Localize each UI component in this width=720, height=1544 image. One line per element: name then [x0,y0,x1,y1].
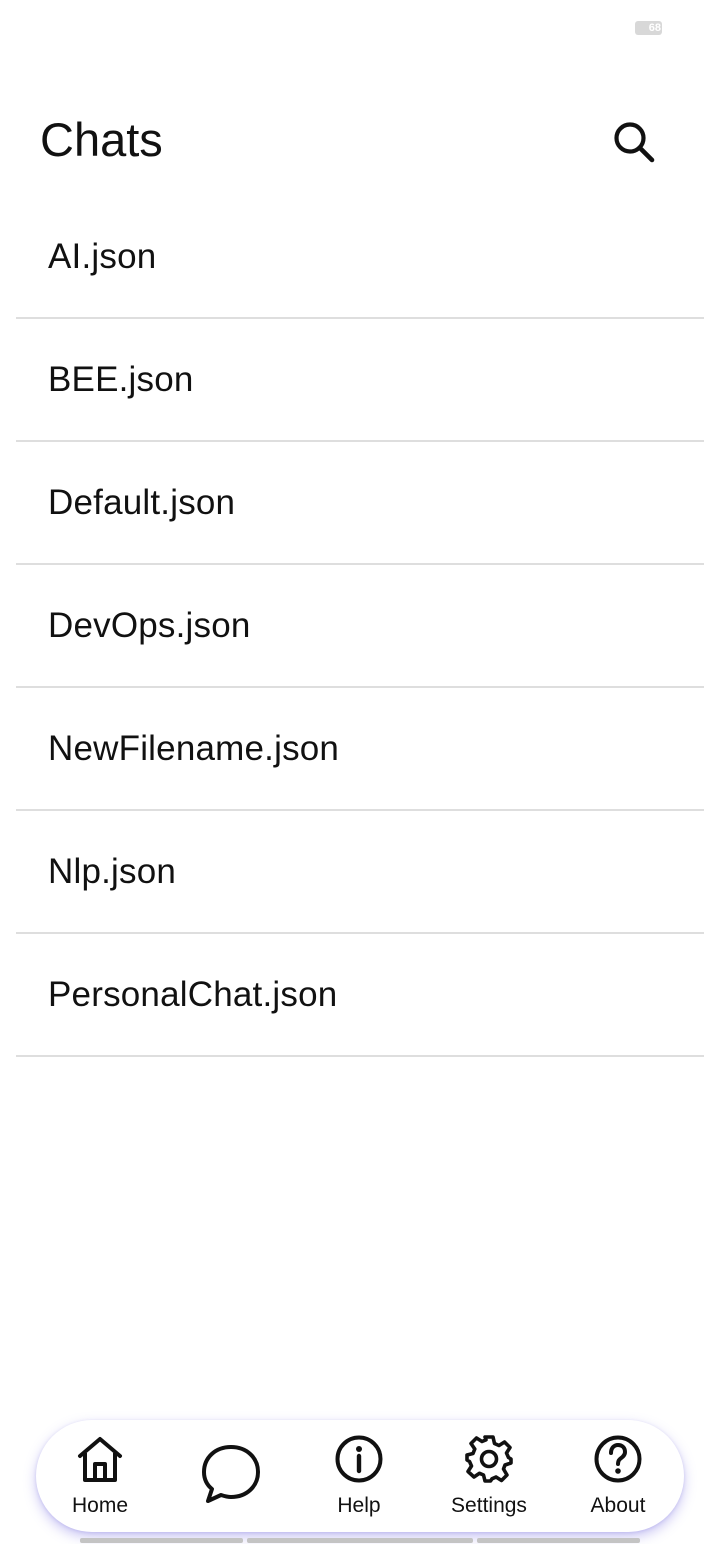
chat-item-label: PersonalChat.json [48,974,338,1014]
chat-item-label: Nlp.json [48,851,177,891]
chat-item-ai[interactable]: AI.json [16,196,704,319]
page-title: Chats [40,113,163,166]
bottom-navigation: Home Help Settings About [36,1420,684,1532]
nav-settings-label: Settings [451,1494,527,1517]
chat-item-devops[interactable]: DevOps.json [16,565,704,688]
nav-home-label: Home [71,1494,129,1517]
status-bar: 68 [0,0,720,56]
chat-item-label: NewFilename.json [48,728,340,768]
nav-about[interactable]: About [563,1420,673,1532]
chat-bubble-icon [202,1445,260,1503]
home-icon [78,1437,122,1482]
chat-item-label: AI.json [48,236,157,276]
chat-item-nlp[interactable]: Nlp.json [16,811,704,934]
search-button[interactable] [604,112,664,172]
gesture-bar-left [80,1538,243,1543]
nav-settings[interactable]: Settings [434,1420,544,1532]
info-icon [335,1435,383,1483]
chat-item-label: BEE.json [48,359,194,399]
chat-item-newfilename[interactable]: NewFilename.json [16,688,704,811]
nav-help-label: Help [337,1494,381,1517]
battery-indicator: 68 [635,21,662,35]
chat-item-label: Default.json [48,482,236,522]
chats-screen: 68 Chats AI.json BEE.json Default.json D… [0,0,720,1544]
gesture-bar-right [477,1538,640,1543]
nav-chat[interactable] [176,1420,286,1532]
chat-item-default[interactable]: Default.json [16,442,704,565]
app-header: Chats [0,96,720,184]
chat-list: AI.json BEE.json Default.json DevOps.jso… [16,196,704,1057]
nav-home[interactable]: Home [45,1420,155,1532]
nav-about-label: About [590,1494,646,1517]
gesture-bar-center [247,1538,473,1543]
gear-icon [465,1435,513,1483]
nav-help[interactable]: Help [304,1420,414,1532]
chat-item-bee[interactable]: BEE.json [16,319,704,442]
search-icon [614,122,655,163]
question-icon [594,1435,642,1483]
chat-item-personalchat[interactable]: PersonalChat.json [16,934,704,1057]
chat-item-label: DevOps.json [48,605,251,645]
